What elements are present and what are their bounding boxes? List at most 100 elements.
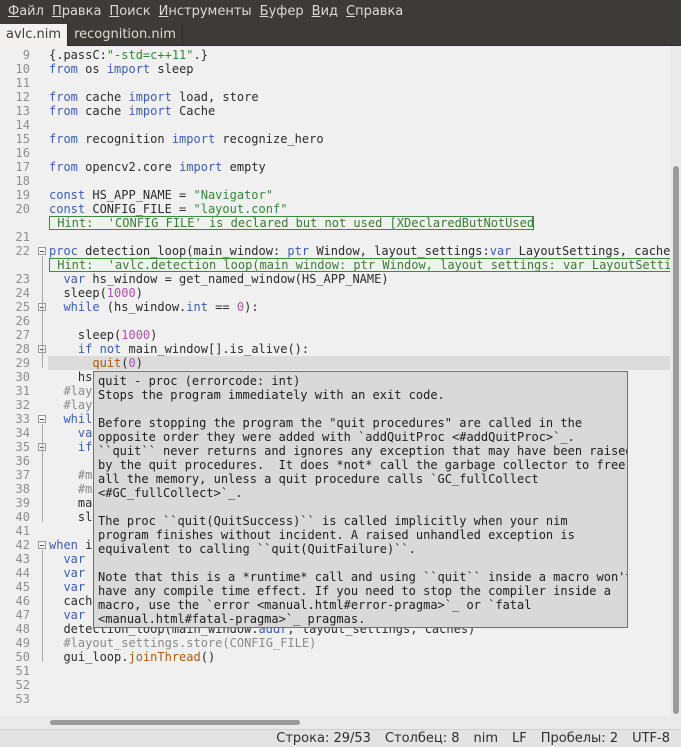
code-text: #layout_settings.store(CONFIG_FILE) <box>49 636 316 650</box>
code-line[interactable]: 15 from recognition import recognize_hero <box>0 132 670 146</box>
vertical-scrollbar[interactable] <box>670 46 681 716</box>
code-line[interactable]: 12 from cache import load, store <box>0 90 670 104</box>
code-line[interactable]: 51 <box>0 664 670 678</box>
code-line[interactable]: 23 var hs_window = get_named_window(HS_A… <box>0 272 670 286</box>
code-token: quit <box>92 356 122 370</box>
code-text: #ma <box>49 468 100 482</box>
code-token: var <box>489 244 512 258</box>
code-line[interactable]: 26 <box>0 314 670 328</box>
tooltip-line: opposite order they were added with `add… <box>98 430 575 444</box>
code-line[interactable]: 9 {.passC:"-std=c++11".} <box>0 48 670 62</box>
code-line[interactable]: 53 <box>0 692 670 706</box>
menu-item-1[interactable]: Правка <box>48 0 105 24</box>
code-token: gui_loop. <box>49 650 129 664</box>
line-number: 13 <box>15 104 30 118</box>
code-line[interactable]: 19 const HS_APP_NAME = "Navigator" <box>0 188 670 202</box>
code-line[interactable]: 49 #layout_settings.store(CONFIG_FILE) <box>0 636 670 650</box>
line-number: 9 <box>22 48 30 62</box>
scrollbar-corner <box>670 716 681 729</box>
code-token: {.passC: <box>49 48 107 62</box>
code-line[interactable]: 11 <box>0 76 670 90</box>
line-number: 47 <box>15 608 30 622</box>
code-line[interactable]: 24 sleep(1000) <box>0 286 670 300</box>
code-line[interactable]: 28 if not main_window[].is_alive(): <box>0 342 670 356</box>
fold-toggle-icon[interactable] <box>38 541 46 549</box>
line-number: 17 <box>15 160 30 174</box>
tooltip-line: equivalent to calling ``quit(QuitFailure… <box>98 542 416 556</box>
code-token: Cache <box>171 104 216 118</box>
language-mode[interactable]: nim <box>466 730 505 747</box>
tab-0[interactable]: avlc.nim <box>0 24 69 46</box>
code-text: whil <box>49 412 92 426</box>
code-line[interactable]: 13 from cache import Cache <box>0 104 670 118</box>
horizontal-scrollbar[interactable] <box>0 716 670 729</box>
code-text: va <box>49 426 92 440</box>
menu-item-5[interactable]: Вид <box>308 0 342 24</box>
code-line[interactable]: 25 while (hs_window.int == 0): <box>0 300 670 314</box>
code-line[interactable]: 18 <box>0 174 670 188</box>
horizontal-scrollbar-thumb[interactable] <box>50 720 300 725</box>
menu-item-3[interactable]: Инструменты <box>155 0 256 24</box>
line-number: 25 <box>15 300 30 314</box>
menu-item-0[interactable]: Файл <box>4 0 48 24</box>
tooltip-line <box>98 500 623 514</box>
tab-1[interactable]: recognition.nim <box>68 24 183 46</box>
code-line[interactable]: 21 <box>0 230 670 244</box>
fold-toggle-icon[interactable] <box>38 247 46 255</box>
code-line[interactable]: 16 <box>0 146 670 160</box>
code-text: from recognition import recognize_hero <box>49 132 324 146</box>
code-token: sleep <box>150 62 194 76</box>
code-text: hs <box>49 370 92 384</box>
menu-item-4[interactable]: Буфер <box>256 0 308 24</box>
code-line[interactable]: 27 sleep(1000) <box>0 328 670 342</box>
code-line[interactable]: 29 quit(0) <box>0 356 670 370</box>
tooltip-line: quit - proc (errorcode: int) <box>98 374 301 388</box>
line-number: 48 <box>15 622 30 636</box>
code-token: ptr <box>287 244 310 258</box>
menu-mnemonic: С <box>346 4 356 19</box>
encoding[interactable]: UTF-8 <box>625 730 677 747</box>
code-line[interactable]: 17 from opencv2.core import empty <box>0 160 670 174</box>
code-text: {.passC:"-std=c++11".} <box>49 48 208 62</box>
line-ending[interactable]: LF <box>505 730 534 747</box>
code-text: #lay <box>49 398 92 412</box>
code-line[interactable]: 20 const CONFIG_FILE = "layout.conf" <box>0 202 670 216</box>
code-line[interactable]: 50 gui_loop.joinThread() <box>0 650 670 664</box>
code-token: ma <box>49 496 93 510</box>
indent-setting[interactable]: Пробелы: 2 <box>534 730 625 747</box>
code-line[interactable]: 52 <box>0 678 670 692</box>
tooltip-line: <#GC_fullCollect>`_. <box>98 486 243 500</box>
vertical-scrollbar-thumb[interactable] <box>673 166 679 714</box>
code-text: sleep(1000) <box>49 328 158 342</box>
code-line[interactable]: Hint: 'CONFIG_FILE' is declared but not … <box>0 216 670 230</box>
code-line[interactable]: 14 <box>0 118 670 132</box>
line-number: 52 <box>15 678 30 692</box>
code-token: sleep( <box>49 286 107 300</box>
code-token: (hs_window. <box>99 300 187 314</box>
tooltip-line: all the memory, unless a quit procedure … <box>98 472 539 486</box>
code-text: from os import sleep <box>49 62 194 76</box>
fold-toggle-icon[interactable] <box>38 415 46 423</box>
tooltip-line: have any compile time effect. If you nee… <box>98 584 611 598</box>
line-number: 19 <box>15 188 30 202</box>
code-token: detection_loop(main_window: <box>77 244 288 258</box>
code-token: cache <box>77 90 129 104</box>
code-token: if <box>77 440 93 454</box>
code-text: from cache import Cache <box>49 104 215 118</box>
menu-item-2[interactable]: Поиск <box>105 0 154 24</box>
code-line[interactable]: 22 proc detection_loop(main_window: ptr W… <box>0 244 670 258</box>
code-text: when is <box>49 538 100 552</box>
code-line[interactable]: Hint: 'avlc.detection_loop(main_window: … <box>0 258 670 272</box>
code-line[interactable]: 10 from os import sleep <box>0 62 670 76</box>
menu-label-rest: оиск <box>119 4 151 19</box>
menu-item-6[interactable]: Справка <box>342 0 407 24</box>
code-token: empty <box>222 160 266 174</box>
line-number: 39 <box>15 496 30 510</box>
